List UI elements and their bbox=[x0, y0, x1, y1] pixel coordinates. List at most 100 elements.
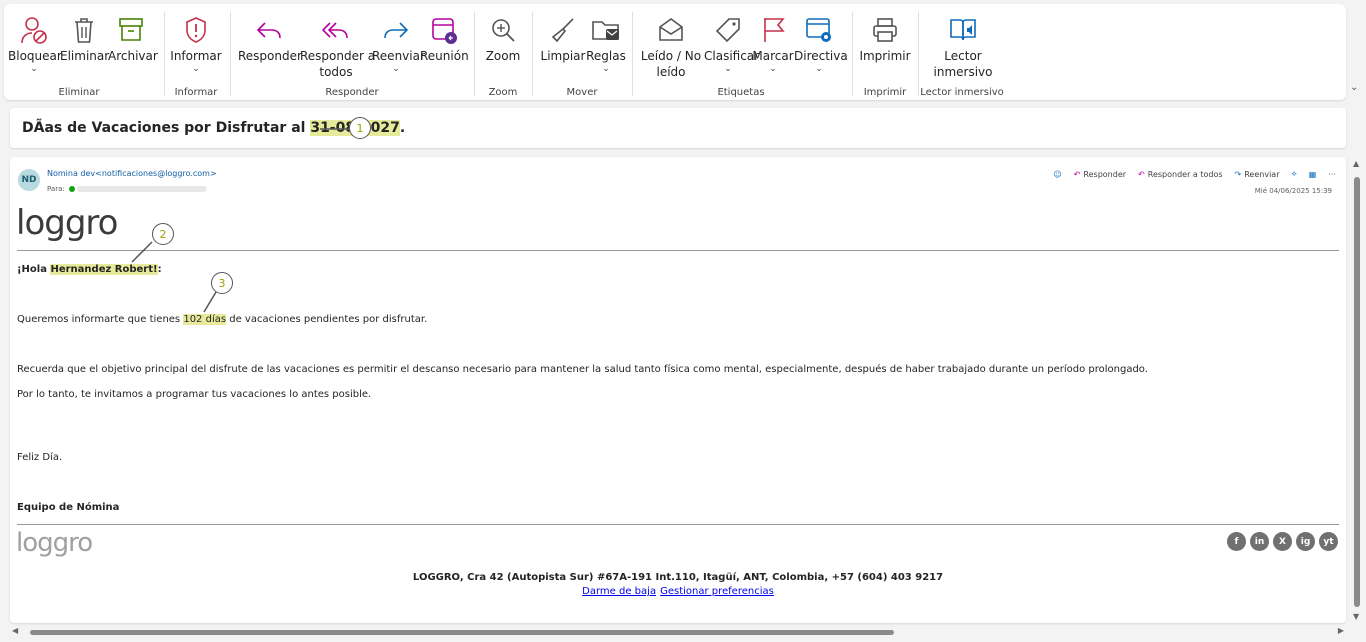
youtube-icon[interactable]: yt bbox=[1319, 532, 1338, 551]
callout-line bbox=[131, 241, 153, 263]
group-eliminar: Bloquear ⌄ Eliminar Archivar Eliminar bbox=[4, 12, 158, 100]
divider bbox=[230, 12, 231, 96]
policy-icon bbox=[794, 12, 844, 48]
reply-all-action-button[interactable]: ↶ Responder a todos bbox=[1138, 170, 1222, 179]
loggro-footer-logo: loggro bbox=[16, 528, 93, 558]
signature: Equipo de Nómina bbox=[17, 502, 120, 513]
group-responder: Responder Responder a todos Reenviar ⌄ R… bbox=[232, 12, 472, 100]
forward-icon: ↷ bbox=[1234, 169, 1242, 179]
tag-icon bbox=[704, 12, 752, 48]
redacted-recipient bbox=[76, 186, 207, 192]
envelope-open-icon bbox=[638, 12, 704, 48]
loggro-logo: loggro bbox=[16, 203, 118, 243]
trash-icon bbox=[60, 12, 108, 48]
archive-icon bbox=[108, 12, 154, 48]
immersive-reader-button[interactable]: Lector inmersivo bbox=[928, 12, 998, 80]
group-lector: Lector inmersivo Lector inmersivo bbox=[920, 12, 1004, 100]
scrollbar-thumb[interactable] bbox=[1354, 177, 1360, 607]
recipient-line: Para: bbox=[47, 185, 207, 193]
calendar-reply-icon bbox=[420, 12, 468, 48]
callout-marker: 1 bbox=[349, 117, 371, 139]
divider bbox=[532, 12, 533, 96]
divider bbox=[164, 12, 165, 96]
presence-icon bbox=[68, 186, 75, 192]
linkedin-icon[interactable]: in bbox=[1250, 532, 1269, 551]
divider bbox=[918, 12, 919, 96]
ribbon-toolbar: Bloquear ⌄ Eliminar Archivar Eliminar In… bbox=[4, 4, 1346, 100]
forward-button[interactable]: Reenviar ⌄ bbox=[372, 12, 425, 74]
forward-action-button[interactable]: ↷ Reenviar bbox=[1235, 170, 1280, 179]
chevron-down-icon: ⌄ bbox=[815, 64, 823, 74]
zoom-button[interactable]: Zoom bbox=[480, 12, 526, 64]
group-zoom: Zoom Zoom bbox=[476, 12, 530, 100]
reply-all-button[interactable]: Responder a todos bbox=[300, 12, 375, 80]
chevron-down-icon: ⌄ bbox=[602, 64, 610, 74]
unsubscribe-link[interactable]: Darme de baja bbox=[582, 586, 656, 597]
scroll-left-icon[interactable]: ◀ bbox=[12, 626, 18, 635]
apps-icon[interactable]: ▦ bbox=[1309, 170, 1317, 179]
meeting-button[interactable]: Reunión bbox=[420, 12, 469, 64]
avatar: ND bbox=[18, 169, 40, 191]
paragraph-days: Queremos informarte que tienes 102 días … bbox=[17, 314, 428, 325]
block-user-icon bbox=[8, 12, 60, 48]
scroll-down-icon[interactable]: ▼ bbox=[1353, 612, 1359, 621]
name-highlight: Hernandez Robert! bbox=[50, 264, 158, 275]
block-button[interactable]: Bloquear ⌄ bbox=[8, 12, 62, 74]
flag-icon bbox=[752, 12, 794, 48]
print-button[interactable]: Imprimir bbox=[858, 12, 912, 64]
reply-button[interactable]: Responder bbox=[238, 12, 302, 64]
preferences-link[interactable]: Gestionar preferencias bbox=[660, 586, 774, 597]
forward-icon bbox=[372, 12, 420, 48]
sender-address[interactable]: Nomina dev<notificaciones@loggro.com> bbox=[47, 169, 217, 178]
more-options-icon[interactable]: ··· bbox=[1328, 170, 1336, 179]
social-links: f in X ig yt bbox=[1227, 532, 1338, 551]
archive-button[interactable]: Archivar bbox=[108, 12, 158, 64]
scroll-up-icon[interactable]: ▲ bbox=[1353, 159, 1359, 168]
chevron-down-icon: ⌄ bbox=[30, 64, 38, 74]
report-button[interactable]: Informar ⌄ bbox=[170, 12, 222, 74]
reply-icon bbox=[238, 12, 300, 48]
vertical-scrollbar[interactable]: ▲ ▼ bbox=[1352, 157, 1362, 623]
chevron-down-icon: ⌄ bbox=[724, 64, 732, 74]
chevron-down-icon: ⌄ bbox=[769, 64, 777, 74]
flag-button[interactable]: Marcar ⌄ bbox=[752, 12, 794, 74]
divider bbox=[17, 250, 1339, 251]
categorize-button[interactable]: Clasificar ⌄ bbox=[704, 12, 759, 74]
ribbon-expand-icon[interactable]: ⌄ bbox=[1350, 82, 1360, 93]
sweep-button[interactable]: Limpiar bbox=[540, 12, 586, 64]
copilot-icon[interactable]: ⟡ bbox=[1292, 169, 1297, 179]
callout-line bbox=[203, 291, 217, 313]
delete-button[interactable]: Eliminar bbox=[60, 12, 109, 64]
emoji-reaction-icon[interactable]: ☺ bbox=[1053, 170, 1061, 179]
footer-address: LOGGRO, Cra 42 (Autopista Sur) #67A-191 … bbox=[412, 572, 944, 583]
callout-marker: 2 bbox=[152, 223, 174, 245]
group-informar: Informar ⌄ Informar bbox=[166, 12, 226, 100]
instagram-icon[interactable]: ig bbox=[1296, 532, 1315, 551]
horizontal-scrollbar[interactable]: ◀ ▶ bbox=[10, 626, 1346, 638]
read-unread-button[interactable]: Leído / No leído bbox=[638, 12, 704, 80]
divider bbox=[474, 12, 475, 96]
group-etiquetas: Leído / No leído Clasificar ⌄ Marcar ⌄ D… bbox=[634, 12, 848, 100]
zoom-in-icon bbox=[480, 12, 526, 48]
shield-alert-icon bbox=[170, 12, 222, 48]
chevron-down-icon: ⌄ bbox=[192, 64, 200, 74]
paragraph-invite: Por lo tanto, te invitamos a programar t… bbox=[17, 389, 372, 400]
divider bbox=[632, 12, 633, 96]
scroll-right-icon[interactable]: ▶ bbox=[1338, 626, 1344, 635]
reply-action-button[interactable]: ↶ Responder bbox=[1074, 170, 1126, 179]
message-date: Mié 04/06/2025 15:39 bbox=[1254, 187, 1332, 195]
facebook-icon[interactable]: f bbox=[1227, 532, 1246, 551]
group-mover: Limpiar Reglas ⌄ Mover bbox=[534, 12, 630, 100]
rules-button[interactable]: Reglas ⌄ bbox=[586, 12, 626, 74]
scrollbar-thumb[interactable] bbox=[30, 630, 894, 635]
x-icon[interactable]: X bbox=[1273, 532, 1292, 551]
policy-button[interactable]: Directiva ⌄ bbox=[794, 12, 848, 74]
chevron-down-icon: ⌄ bbox=[392, 64, 400, 74]
footer-links: Darme de baja Gestionar preferencias bbox=[10, 586, 1346, 597]
divider bbox=[17, 524, 1339, 525]
closing: Feliz Día. bbox=[17, 452, 63, 463]
paragraph-purpose: Recuerda que el objetivo principal del d… bbox=[17, 364, 1148, 375]
reply-all-icon bbox=[300, 12, 372, 48]
folder-rules-icon bbox=[586, 12, 626, 48]
reply-icon: ↶ bbox=[1073, 169, 1081, 179]
